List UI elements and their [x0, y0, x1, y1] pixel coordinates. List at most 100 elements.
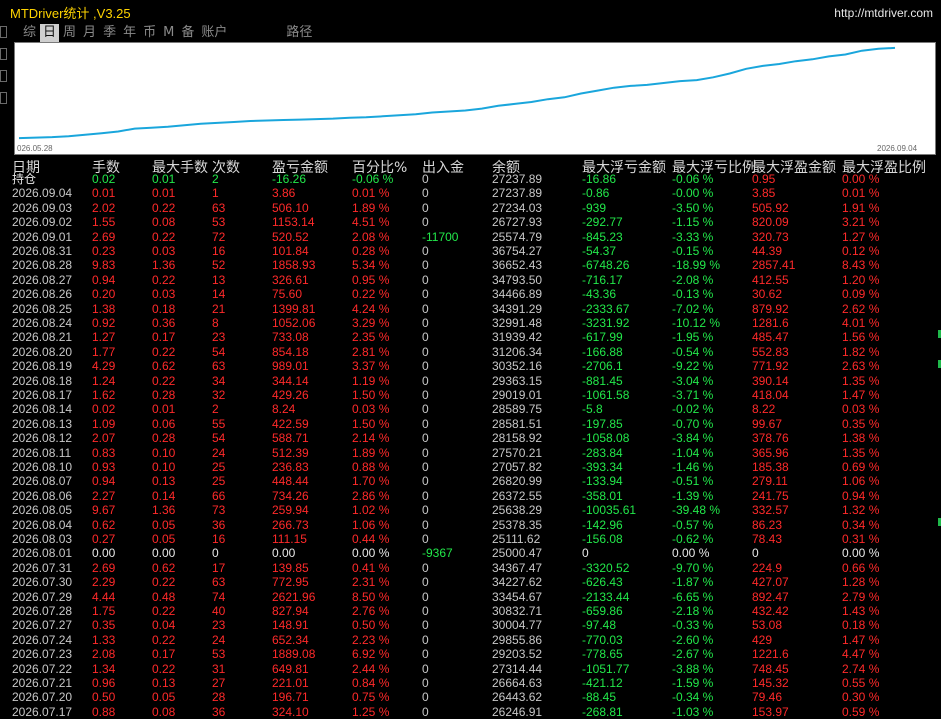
- cell-lots: 2.69: [92, 560, 116, 575]
- cell-max-float-loss: -156.08: [582, 532, 623, 546]
- cell-max-float-profit: 485.47: [752, 330, 789, 345]
- cell-lots: 0.94: [92, 272, 116, 287]
- cell-max-float-loss: -268.81: [582, 704, 623, 719]
- cell-balance: 31939.42: [492, 330, 543, 345]
- cell-balance: 29019.01: [492, 388, 543, 402]
- cell-count: 0: [212, 546, 219, 561]
- cell-deposit: 0: [422, 359, 429, 374]
- cell-max-float-profit-pct: 0.55 %: [842, 676, 880, 690]
- cell-max-float-loss: -1061.58: [582, 388, 630, 402]
- cell-max-float-profit-pct: 0.01 %: [842, 186, 880, 201]
- cell-balance: 36754.27: [492, 244, 543, 258]
- cell-max-float-loss: -1051.77: [582, 661, 630, 676]
- cell-count: 27: [212, 676, 226, 690]
- cell-count: 23: [212, 330, 226, 345]
- cell-max-float-loss: -626.43: [582, 575, 623, 590]
- cell-max-float-profit: 79.46: [752, 690, 783, 705]
- cell-max-float-profit: 432.42: [752, 604, 789, 618]
- cell-lots: 2.08: [92, 647, 116, 662]
- tab-3[interactable]: 月: [80, 24, 99, 42]
- frame-marker: [0, 26, 7, 38]
- cell-pnl: 148.91: [272, 618, 309, 633]
- tab-2[interactable]: 周: [60, 24, 79, 42]
- tab-6[interactable]: 币: [140, 24, 159, 42]
- cell-deposit: 0: [422, 330, 429, 345]
- table-row: 2026.07.28 1.75 0.22 40 827.94 2.76 % 0 30832.7…: [0, 604, 941, 618]
- cell-max-float-profit-pct: 0.59 %: [842, 704, 880, 719]
- cell-max-float-profit-pct: 1.35 %: [842, 445, 880, 460]
- cell-pnl: 588.71: [272, 431, 309, 446]
- table-row: 2026.08.10 0.93 0.10 25 236.83 0.88 % 0 27057.8…: [0, 460, 941, 474]
- cell-pnl: 259.94: [272, 503, 309, 518]
- cell-balance: 28158.92: [492, 431, 543, 446]
- cell-lots: 1.24: [92, 373, 116, 388]
- cell-balance: 31206.34: [492, 344, 543, 359]
- cell-max-float-profit-pct: 0.34 %: [842, 517, 880, 532]
- table-row: 2026.09.02 1.55 0.08 53 1153.14 4.51 % 0 26727.…: [0, 215, 941, 229]
- cell-count: 2: [212, 172, 219, 186]
- cell-date: 2026.07.30: [12, 575, 73, 590]
- cell-max-lots: 0.22: [152, 200, 176, 215]
- cell-pct: 0.00 %: [352, 546, 390, 561]
- cell-max-float-loss-pct: -0.57 %: [672, 517, 714, 532]
- cell-max-float-loss-pct: -3.71 %: [672, 388, 714, 402]
- cell-deposit: -11700: [422, 229, 459, 244]
- cell-deposit: 0: [422, 604, 429, 618]
- cell-max-float-loss: -770.03: [582, 632, 623, 647]
- cell-max-float-profit: 892.47: [752, 589, 789, 604]
- cell-date: 2026.07.22: [12, 661, 73, 676]
- cell-pnl: 0.00: [272, 546, 296, 561]
- cell-pct: 2.76 %: [352, 604, 390, 618]
- website-link[interactable]: http://mtdriver.com: [834, 6, 933, 20]
- cell-max-float-loss-pct: -3.50 %: [672, 200, 714, 215]
- cell-max-float-loss-pct: -18.99 %: [672, 258, 721, 273]
- cell-max-float-profit-pct: 1.56 %: [842, 330, 880, 345]
- x-start-label: 026.05.28: [17, 144, 53, 153]
- tab-4[interactable]: 季: [100, 24, 119, 42]
- cell-lots: 0.92: [92, 316, 116, 330]
- cell-deposit: 0: [422, 618, 429, 633]
- cell-deposit: 0: [422, 344, 429, 359]
- cell-balance: 27234.03: [492, 200, 543, 215]
- cell-max-lots: 0.22: [152, 229, 176, 244]
- tab-10[interactable]: 路径: [283, 24, 315, 42]
- cell-lots: 2.07: [92, 431, 116, 446]
- tab-8[interactable]: 备: [178, 24, 197, 42]
- cell-deposit: 0: [422, 186, 429, 201]
- tab-9[interactable]: 账户: [198, 24, 230, 42]
- cell-lots: 0.20: [92, 287, 116, 302]
- cell-deposit: 0: [422, 460, 429, 474]
- cell-pct: 0.01 %: [352, 186, 390, 201]
- cell-pct: 8.50 %: [352, 589, 390, 604]
- cell-max-lots: 0.01: [152, 172, 176, 186]
- equity-chart-svg: 026.05.28 2026.09.04: [17, 46, 918, 153]
- cell-max-float-profit-pct: 3.21 %: [842, 215, 880, 230]
- cell-max-float-loss: -778.65: [582, 647, 623, 662]
- cell-count: 13: [212, 272, 226, 287]
- tab-1[interactable]: 日: [40, 24, 60, 42]
- table-row: 2026.07.31 2.69 0.62 17 139.85 0.41 % 0 34367.4…: [0, 561, 941, 575]
- cell-max-float-profit-pct: 0.03 %: [842, 402, 880, 417]
- cell-lots: 4.44: [92, 589, 116, 604]
- cell-count: 28: [212, 690, 226, 705]
- cell-deposit: 0: [422, 503, 429, 518]
- cell-pnl: 196.71: [272, 690, 309, 705]
- table-row: 2026.08.28 9.83 1.36 52 1858.93 5.34 % 0 36652.…: [0, 258, 941, 272]
- cell-pnl: 652.34: [272, 632, 309, 647]
- cell-max-float-profit: 185.38: [752, 460, 789, 474]
- cell-max-float-profit: 879.92: [752, 301, 789, 316]
- cell-deposit: 0: [422, 258, 429, 273]
- table-row: 2026.09.04 0.01 0.01 1 3.86 0.01 % 0 27237.89 -0…: [0, 186, 941, 200]
- cell-lots: 0.83: [92, 445, 116, 460]
- cell-balance: 34391.29: [492, 301, 543, 316]
- cell-lots: 0.93: [92, 460, 116, 474]
- cell-max-float-profit: 0.95: [752, 172, 776, 186]
- cell-date: 2026.08.01: [12, 546, 73, 561]
- tab-7[interactable]: M: [160, 24, 177, 42]
- cell-max-float-loss: -88.45: [582, 690, 617, 705]
- tab-5[interactable]: 年: [120, 24, 139, 42]
- cell-max-float-profit: 99.67: [752, 416, 783, 431]
- tab-0[interactable]: 综: [20, 24, 39, 42]
- cell-deposit: 0: [422, 388, 429, 402]
- table-row: 2026.08.01 0.00 0.00 0 0.00 0.00 % -9367 25000.…: [0, 546, 941, 560]
